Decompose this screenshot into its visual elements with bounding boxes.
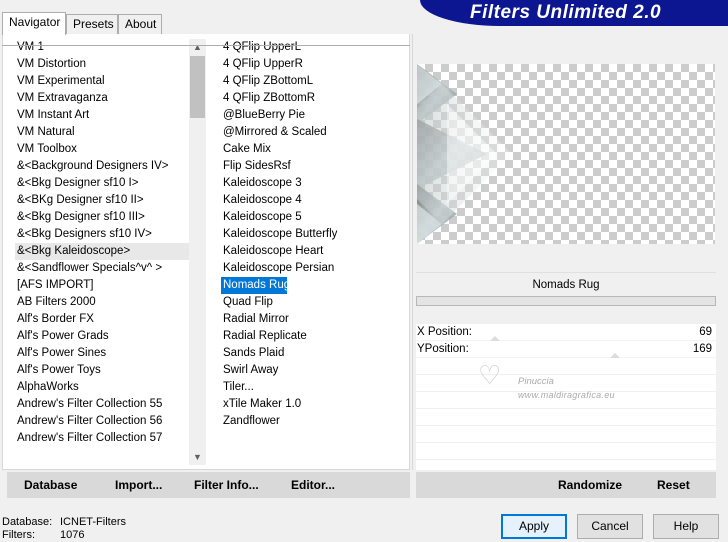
y-position-row[interactable]: YPosition: 169: [416, 341, 716, 358]
category-scrollbar[interactable]: ▲ ▼: [189, 39, 206, 465]
category-item[interactable]: &<Bkg Designer sf10 III>: [15, 209, 191, 226]
filter-info-button[interactable]: Filter Info...: [194, 472, 259, 498]
category-item[interactable]: VM Natural: [15, 124, 191, 141]
filter-item[interactable]: Radial Mirror: [221, 311, 401, 328]
app-banner: Filters Unlimited 2.0: [420, 0, 728, 26]
category-item[interactable]: Andrew's Filter Collection 55: [15, 396, 191, 413]
empty-param-row: [416, 392, 716, 409]
filter-item[interactable]: Kaleidoscope Heart: [221, 243, 401, 260]
panel-divider: [412, 34, 413, 470]
category-item[interactable]: VM Extravaganza: [15, 90, 191, 107]
status-filters: Filters: 1076: [2, 529, 84, 541]
filter-name-label: Nomads Rug: [416, 272, 716, 296]
randomize-button[interactable]: Randomize: [558, 472, 622, 498]
filter-item[interactable]: 4 QFlip ZBottomR: [221, 90, 401, 107]
empty-param-row: [416, 443, 716, 460]
kaleidoscope-preview-image: [417, 64, 512, 244]
param-label: X Position:: [417, 326, 472, 338]
scroll-thumb[interactable]: [190, 56, 205, 118]
empty-param-row: [416, 426, 716, 443]
category-item[interactable]: [AFS IMPORT]: [15, 277, 191, 294]
tab-divider: [2, 45, 410, 46]
category-item[interactable]: Alf's Power Grads: [15, 328, 191, 345]
filter-item[interactable]: Kaleidoscope 3: [221, 175, 401, 192]
filter-item[interactable]: @BlueBerry Pie: [221, 107, 401, 124]
empty-param-row: [416, 358, 716, 375]
category-item[interactable]: &<BKg Designer sf10 II>: [15, 192, 191, 209]
status-database: Database: ICNET-Filters: [2, 516, 126, 528]
filter-item[interactable]: Tiler...: [221, 379, 401, 396]
filter-preview: [417, 64, 715, 244]
category-item[interactable]: Andrew's Filter Collection 57: [15, 430, 191, 447]
filter-item[interactable]: xTile Maker 1.0: [221, 396, 401, 413]
category-item[interactable]: VM Instant Art: [15, 107, 191, 124]
filter-item[interactable]: Kaleidoscope 5: [221, 209, 401, 226]
category-item[interactable]: Alf's Power Sines: [15, 345, 191, 362]
navigator-panel: VM 1 VM Distortion VM Experimental VM Extra…: [2, 34, 410, 470]
filter-item[interactable]: Zandflower: [221, 413, 401, 430]
filter-list[interactable]: 4 QFlip UpperL 4 QFlip UpperR 4 QFlip ZBot…: [221, 39, 401, 469]
filter-item[interactable]: 4 QFlip ZBottomL: [221, 73, 401, 90]
filter-item[interactable]: Flip SidesRsf: [221, 158, 401, 175]
empty-param-row: [416, 375, 716, 392]
filter-control-bar: [416, 296, 716, 306]
category-item[interactable]: &<Bkg Designers sf10 IV>: [15, 226, 191, 243]
help-button[interactable]: Help: [653, 514, 719, 539]
app-title: Filters Unlimited 2.0: [470, 2, 662, 23]
reset-button[interactable]: Reset: [657, 472, 690, 498]
filter-item[interactable]: Kaleidoscope Butterfly: [221, 226, 401, 243]
x-position-row[interactable]: X Position: 69: [416, 324, 716, 341]
category-item[interactable]: VM Distortion: [15, 56, 191, 73]
filter-item[interactable]: Kaleidoscope 4: [221, 192, 401, 209]
tab-bar: Navigator Presets About: [0, 12, 420, 46]
filter-item[interactable]: Cake Mix: [221, 141, 401, 158]
tab-navigator[interactable]: Navigator: [2, 12, 66, 35]
filter-item[interactable]: Nomads Rug: [221, 277, 290, 294]
category-item[interactable]: Andrew's Filter Collection 56: [15, 413, 191, 430]
filter-item[interactable]: 4 QFlip UpperR: [221, 56, 401, 73]
import-button[interactable]: Import...: [115, 472, 162, 498]
tab-presets[interactable]: Presets: [66, 14, 118, 34]
slider-marker-icon[interactable]: [610, 353, 620, 358]
category-item[interactable]: VM 1: [15, 39, 191, 56]
empty-param-row: [416, 409, 716, 426]
scroll-up-icon[interactable]: ▲: [189, 39, 206, 55]
database-button[interactable]: Database: [24, 472, 77, 498]
category-item[interactable]: Alf's Border FX: [15, 311, 191, 328]
category-item[interactable]: VM Experimental: [15, 73, 191, 90]
filter-item[interactable]: Kaleidoscope Persian: [221, 260, 401, 277]
status-label: Filters:: [2, 529, 35, 541]
apply-button[interactable]: Apply: [501, 514, 567, 539]
category-item[interactable]: &<Background Designers IV>: [15, 158, 191, 175]
category-item[interactable]: VM Toolbox: [15, 141, 191, 158]
param-value: 169: [692, 343, 712, 355]
editor-button[interactable]: Editor...: [291, 472, 335, 498]
category-item[interactable]: &<Bkg Kaleidoscope>: [15, 243, 191, 260]
filter-item[interactable]: @Mirrored & Scaled: [221, 124, 401, 141]
category-item[interactable]: &<Sandflower Specials^v^ >: [15, 260, 191, 277]
category-item[interactable]: AlphaWorks: [15, 379, 191, 396]
status-value: 1076: [60, 529, 85, 541]
category-list[interactable]: VM 1 VM Distortion VM Experimental VM Extra…: [15, 39, 191, 469]
param-value: 69: [699, 326, 712, 338]
parameter-toolbar: Randomize Reset: [416, 472, 716, 498]
filter-item[interactable]: Swirl Away: [221, 362, 401, 379]
category-item[interactable]: Alf's Power Toys: [15, 362, 191, 379]
scroll-down-icon[interactable]: ▼: [189, 449, 206, 465]
parameter-panel: X Position: 69 YPosition: 169: [416, 324, 716, 470]
navigator-toolbar: Database Import... Filter Info... Editor…: [7, 472, 410, 498]
filter-item[interactable]: Sands Plaid: [221, 345, 401, 362]
category-item[interactable]: &<Bkg Designer sf10 I>: [15, 175, 191, 192]
filter-item[interactable]: Radial Replicate: [221, 328, 401, 345]
filter-item[interactable]: Quad Flip: [221, 294, 401, 311]
status-value: ICNET-Filters: [60, 516, 126, 528]
tab-about[interactable]: About: [118, 14, 162, 34]
category-item[interactable]: AB Filters 2000: [15, 294, 191, 311]
filter-item[interactable]: 4 QFlip UpperL: [221, 39, 401, 56]
param-label: YPosition:: [417, 343, 469, 355]
cancel-button[interactable]: Cancel: [577, 514, 643, 539]
status-label: Database:: [2, 516, 53, 528]
